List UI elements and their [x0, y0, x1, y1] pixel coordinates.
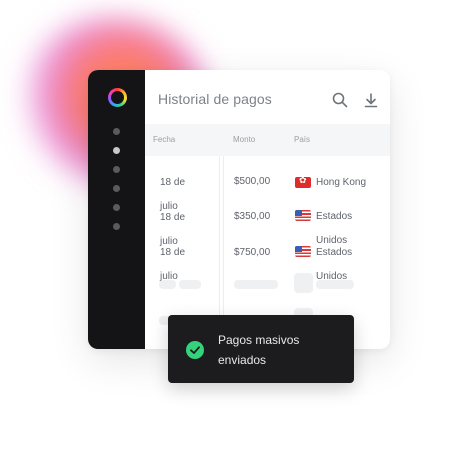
us-flag-icon — [295, 210, 311, 221]
loading-placeholder — [179, 280, 201, 289]
date-text: julio — [160, 236, 178, 247]
us-flag-icon — [295, 246, 311, 257]
date-text: julio — [160, 201, 178, 212]
loading-placeholder — [316, 280, 354, 289]
toast-notification: Pagos masivos enviados — [168, 315, 354, 383]
country-cell: Estados — [316, 211, 353, 222]
payments-card: Historial de pagos Fecha Monto País 18 d… — [88, 70, 390, 349]
column-header-fecha: Fecha — [153, 135, 176, 144]
sidebar-dot-6[interactable] — [113, 223, 120, 230]
download-icon[interactable] — [362, 91, 380, 109]
country-cell: Estados — [316, 247, 353, 258]
sidebar-dot-3[interactable] — [113, 166, 120, 173]
ring-logo-icon[interactable] — [108, 88, 127, 107]
date-text: 18 de — [160, 247, 186, 258]
toast-message: Pagos masivos enviados — [218, 333, 300, 367]
country-cell: Unidos — [316, 235, 348, 246]
check-icon — [186, 341, 204, 359]
country-cell: Hong Kong — [316, 177, 367, 188]
date-text: 18 de — [160, 177, 186, 188]
amount-cell: $750,00 — [234, 247, 271, 258]
amount-cell: $500,00 — [234, 176, 271, 187]
sidebar-dot-5[interactable] — [113, 204, 120, 211]
sidebar-dot-1[interactable] — [113, 128, 120, 135]
sidebar-dot-4[interactable] — [113, 185, 120, 192]
search-icon[interactable] — [331, 91, 349, 109]
column-header-pais: País — [294, 135, 311, 144]
loading-placeholder — [294, 273, 313, 293]
page-title: Historial de pagos — [158, 91, 272, 107]
sidebar-dot-2[interactable] — [113, 147, 120, 154]
loading-placeholder — [234, 280, 278, 289]
table-header — [145, 124, 390, 156]
column-header-monto: Monto — [233, 135, 256, 144]
hong-kong-flag-icon — [295, 177, 311, 188]
amount-cell: $350,00 — [234, 211, 271, 222]
main-panel: Historial de pagos Fecha Monto País 18 d… — [145, 70, 390, 349]
date-text: 18 de — [160, 212, 186, 223]
sidebar — [88, 70, 145, 349]
loading-placeholder — [159, 280, 176, 289]
